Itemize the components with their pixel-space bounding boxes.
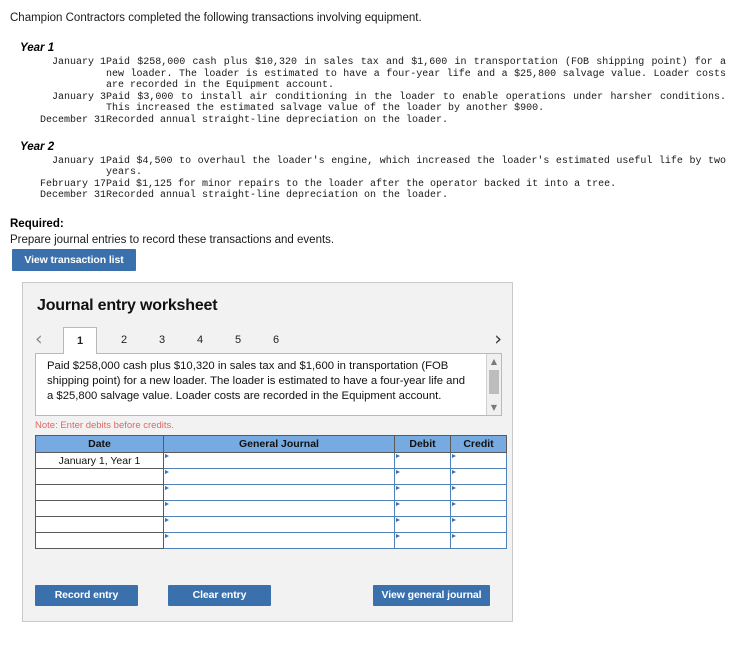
transaction-description-text: Paid $258,000 cash plus $10,320 in sales… bbox=[47, 360, 466, 403]
scrollbar-thumb[interactable] bbox=[489, 370, 499, 394]
cell-date[interactable] bbox=[35, 484, 164, 501]
cell-credit[interactable] bbox=[450, 468, 507, 485]
required-body: Prepare journal entries to record these … bbox=[10, 233, 335, 246]
transaction-date: February 17 bbox=[39, 178, 106, 190]
transaction-description: Recorded annual straight-line depreciati… bbox=[106, 114, 449, 126]
transaction-date: January 3 bbox=[51, 91, 106, 103]
transaction-row: December 31 Recorded annual straight-lin… bbox=[20, 190, 726, 202]
table-row bbox=[35, 500, 507, 517]
intro-statement: Champion Contractors completed the follo… bbox=[10, 12, 422, 24]
worksheet-tab-4[interactable]: 4 bbox=[183, 327, 217, 353]
previous-tab-arrow-icon[interactable]: ‹ bbox=[35, 329, 43, 349]
column-header-date: Date bbox=[35, 435, 164, 453]
table-header-row: Date General Journal Debit Credit bbox=[35, 435, 507, 453]
year-2-transactions: January 1 Paid $4,500 to overhaul the lo… bbox=[20, 156, 726, 202]
table-row bbox=[35, 516, 507, 533]
table-row bbox=[35, 468, 507, 485]
cell-credit[interactable] bbox=[450, 452, 507, 469]
transaction-date: December 31 bbox=[39, 190, 106, 202]
worksheet-tab-bar: ‹ 1 2 3 4 5 6 › bbox=[35, 327, 502, 354]
year-1-heading: Year 1 bbox=[20, 42, 55, 54]
record-entry-button[interactable]: Record entry bbox=[35, 585, 138, 606]
cell-general-journal[interactable] bbox=[163, 500, 395, 517]
transaction-description: Paid $4,500 to overhaul the loader's eng… bbox=[106, 155, 726, 179]
column-header-credit: Credit bbox=[450, 435, 507, 453]
column-header-debit: Debit bbox=[394, 435, 451, 453]
cell-general-journal[interactable] bbox=[163, 484, 395, 501]
scroll-up-icon[interactable]: ▲ bbox=[487, 355, 501, 368]
table-row bbox=[35, 532, 507, 549]
worksheet-tab-2[interactable]: 2 bbox=[107, 327, 141, 353]
cell-debit[interactable] bbox=[394, 484, 451, 501]
cell-debit[interactable] bbox=[394, 532, 451, 549]
cell-debit[interactable] bbox=[394, 500, 451, 517]
cell-date[interactable] bbox=[35, 468, 164, 485]
cell-general-journal[interactable] bbox=[163, 516, 395, 533]
cell-debit[interactable] bbox=[394, 468, 451, 485]
year-2-heading: Year 2 bbox=[20, 140, 55, 153]
view-transaction-list-button[interactable]: View transaction list bbox=[12, 249, 136, 271]
cell-credit[interactable] bbox=[450, 532, 507, 549]
scroll-down-icon[interactable]: ▼ bbox=[487, 401, 501, 414]
worksheet-title: Journal entry worksheet bbox=[37, 297, 218, 314]
transaction-description-box: Paid $258,000 cash plus $10,320 in sales… bbox=[35, 353, 502, 416]
transaction-date: December 31 bbox=[39, 114, 106, 126]
table-row: January 1, Year 1 bbox=[35, 452, 507, 469]
transaction-date: January 1 bbox=[51, 57, 106, 68]
transaction-description: Paid $3,000 to install air conditioning … bbox=[106, 91, 726, 115]
transaction-description: Paid $258,000 cash plus $10,320 in sales… bbox=[106, 57, 726, 92]
transaction-row: January 1 Paid $4,500 to overhaul the lo… bbox=[20, 156, 726, 179]
next-tab-arrow-icon[interactable]: › bbox=[494, 329, 502, 349]
column-header-general-journal: General Journal bbox=[163, 435, 395, 453]
transaction-description: Paid $1,125 for minor repairs to the loa… bbox=[106, 178, 617, 190]
view-general-journal-button[interactable]: View general journal bbox=[373, 585, 490, 606]
cell-debit[interactable] bbox=[394, 452, 451, 469]
transaction-row: January 1 Paid $258,000 cash plus $10,32… bbox=[20, 57, 726, 92]
cell-date[interactable]: January 1, Year 1 bbox=[35, 452, 164, 469]
cell-general-journal[interactable] bbox=[163, 468, 395, 485]
worksheet-tab-3[interactable]: 3 bbox=[145, 327, 179, 353]
cell-date[interactable] bbox=[35, 516, 164, 533]
transaction-row: February 17 Paid $1,125 for minor repair… bbox=[20, 179, 726, 191]
cell-date[interactable] bbox=[35, 500, 164, 517]
cell-general-journal[interactable] bbox=[163, 452, 395, 469]
worksheet-tab-1[interactable]: 1 bbox=[63, 327, 97, 354]
cell-credit[interactable] bbox=[450, 500, 507, 517]
clear-entry-button[interactable]: Clear entry bbox=[168, 585, 271, 606]
transaction-date: January 1 bbox=[51, 155, 106, 167]
transaction-row: December 31 Recorded annual straight-lin… bbox=[20, 115, 726, 127]
year-1-transactions: January 1 Paid $258,000 cash plus $10,32… bbox=[20, 57, 726, 127]
debits-before-credits-note: Note: Enter debits before credits. bbox=[35, 420, 174, 431]
transaction-row: January 3 Paid $3,000 to install air con… bbox=[20, 92, 726, 115]
journal-entry-worksheet-panel: Journal entry worksheet ‹ 1 2 3 4 5 6 › … bbox=[22, 282, 513, 622]
worksheet-tab-5[interactable]: 5 bbox=[221, 327, 255, 353]
description-scrollbar[interactable]: ▲ ▼ bbox=[486, 354, 501, 415]
table-row bbox=[35, 484, 507, 501]
cell-debit[interactable] bbox=[394, 516, 451, 533]
cell-general-journal[interactable] bbox=[163, 532, 395, 549]
cell-date[interactable] bbox=[35, 532, 164, 549]
required-heading: Required: bbox=[10, 217, 64, 230]
problem-statement-block: Champion Contractors completed the follo… bbox=[10, 10, 734, 248]
journal-entry-table: Date General Journal Debit Credit Januar… bbox=[35, 435, 507, 549]
transaction-description: Recorded annual straight-line depreciati… bbox=[106, 190, 449, 202]
worksheet-tab-6[interactable]: 6 bbox=[259, 327, 293, 353]
cell-credit[interactable] bbox=[450, 516, 507, 533]
cell-credit[interactable] bbox=[450, 484, 507, 501]
